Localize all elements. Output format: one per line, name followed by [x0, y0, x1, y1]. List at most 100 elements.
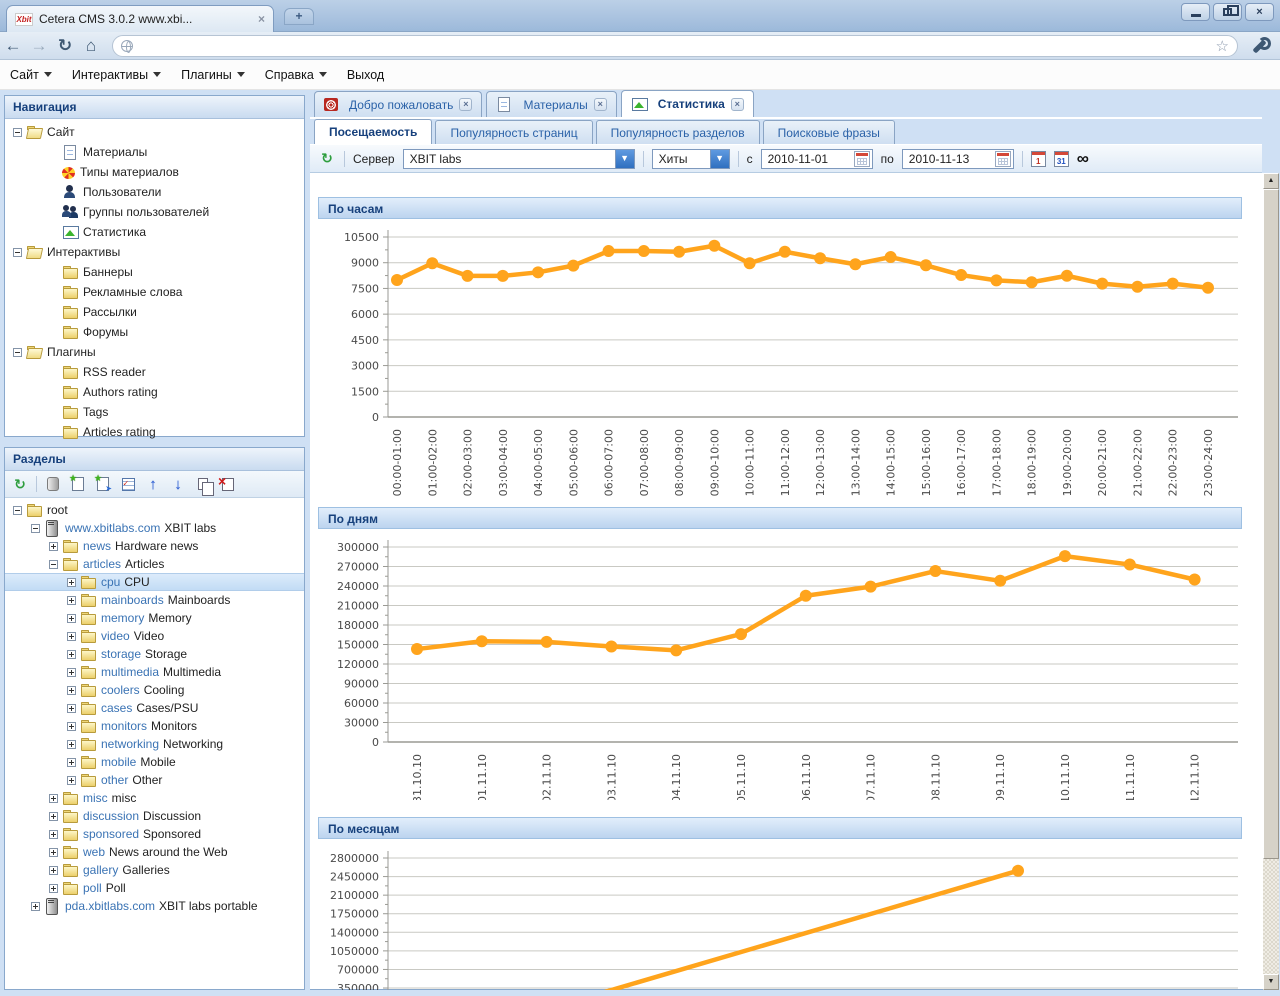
section-item-memory[interactable]: memoryMemory — [5, 609, 304, 627]
tree-item-Баннеры[interactable]: Баннеры — [5, 262, 304, 282]
scroll-down-icon[interactable]: ▼ — [1263, 974, 1279, 990]
section-item-sponsored[interactable]: sponsoredSponsored — [5, 825, 304, 843]
expand-plus-icon[interactable] — [67, 776, 76, 785]
section-item-multimedia[interactable]: multimediaMultimedia — [5, 663, 304, 681]
tree-item-RSS reader[interactable]: RSS reader — [5, 362, 304, 382]
scrollbar-thumb[interactable] — [1263, 189, 1279, 859]
tab-close-icon[interactable]: × — [731, 98, 744, 111]
expand-plus-icon[interactable] — [49, 812, 58, 821]
properties-button[interactable] — [119, 476, 137, 493]
calendar-month-icon[interactable]: 31 — [1054, 151, 1069, 167]
tab-Материалы[interactable]: Материалы× — [486, 91, 616, 117]
section-item-news[interactable]: newsHardware news — [5, 537, 304, 555]
tree-item-Articles rating[interactable]: Articles rating — [5, 422, 304, 442]
expand-plus-icon[interactable] — [67, 668, 76, 677]
bookmark-star-icon[interactable]: ☆ — [1216, 37, 1229, 55]
expand-plus-icon[interactable] — [67, 722, 76, 731]
chevron-down-icon[interactable]: ▼ — [710, 150, 729, 168]
collapse-minus-icon[interactable] — [13, 348, 22, 357]
subtab-Популярность страниц[interactable]: Популярность страниц — [435, 120, 592, 144]
settings-wrench-icon[interactable] — [1246, 36, 1272, 56]
section-item-networking[interactable]: networkingNetworking — [5, 735, 304, 753]
section-item-root[interactable]: root — [5, 501, 304, 519]
tree-item-Рассылки[interactable]: Рассылки — [5, 302, 304, 322]
browser-tab[interactable]: Xbit Cetera CMS 3.0.2 www.xbi... × — [6, 5, 274, 32]
menu-item-Сайт[interactable]: Сайт — [10, 68, 52, 82]
tree-item-Статистика[interactable]: Статистика — [5, 222, 304, 242]
tab-close-icon[interactable]: × — [459, 98, 472, 111]
expand-plus-icon[interactable] — [49, 848, 58, 857]
collapse-minus-icon[interactable] — [13, 128, 22, 137]
expand-plus-icon[interactable] — [49, 884, 58, 893]
calendar-picker-icon[interactable] — [854, 151, 870, 167]
expand-plus-icon[interactable] — [49, 866, 58, 875]
collapse-minus-icon[interactable] — [13, 248, 22, 257]
section-item-mobile[interactable]: mobileMobile — [5, 753, 304, 771]
add-link-button[interactable]: ★➤ — [94, 476, 112, 493]
scroll-up-icon[interactable]: ▲ — [1263, 173, 1279, 189]
menu-item-Справка[interactable]: Справка — [265, 68, 327, 82]
date-to-input[interactable]: 2010-11-13 — [902, 149, 1014, 169]
subtab-Посещаемость[interactable]: Посещаемость — [314, 119, 432, 144]
subtab-Популярность разделов[interactable]: Популярность разделов — [596, 120, 760, 144]
delete-button[interactable] — [219, 476, 237, 493]
vertical-scrollbar[interactable]: ▲ ▼ — [1263, 173, 1279, 990]
refresh-button[interactable]: ↻ — [11, 476, 29, 493]
subtab-Поисковые фразы[interactable]: Поисковые фразы — [763, 120, 895, 144]
section-item-cases[interactable]: casesCases/PSU — [5, 699, 304, 717]
tree-item-Форумы[interactable]: Форумы — [5, 322, 304, 342]
tab-close-icon[interactable]: × — [594, 98, 607, 111]
section-item-pda.xbitlabs.com[interactable]: pda.xbitlabs.comXBIT labs portable — [5, 897, 304, 915]
tab-close-icon[interactable]: × — [258, 12, 265, 26]
refresh-icon[interactable]: ↻ — [318, 150, 336, 167]
tree-item-Tags[interactable]: Tags — [5, 402, 304, 422]
menu-item-Выход[interactable]: Выход — [347, 68, 384, 82]
tree-item-Интерактивы[interactable]: Интерактивы — [5, 242, 304, 262]
infinity-icon[interactable]: ∞ — [1077, 151, 1089, 167]
collapse-minus-icon[interactable] — [31, 524, 40, 533]
expand-plus-icon[interactable] — [49, 542, 58, 551]
section-item-mainboards[interactable]: mainboardsMainboards — [5, 591, 304, 609]
date-from-input[interactable]: 2010-11-01 — [761, 149, 873, 169]
metric-select[interactable]: Хиты ▼ — [652, 149, 730, 169]
section-item-www.xbitlabs.com[interactable]: www.xbitlabs.comXBIT labs — [5, 519, 304, 537]
calendar-day-icon[interactable]: 1 — [1031, 151, 1046, 167]
minimize-button[interactable] — [1181, 3, 1210, 21]
tab-Статистика[interactable]: Статистика× — [621, 90, 754, 117]
move-down-button[interactable]: ↓ — [169, 476, 187, 493]
expand-plus-icon[interactable] — [67, 614, 76, 623]
home-button[interactable]: ⌂ — [78, 36, 104, 56]
reload-button[interactable]: ↻ — [52, 36, 78, 56]
tree-item-Рекламные слова[interactable]: Рекламные слова — [5, 282, 304, 302]
tree-item-Материалы[interactable]: Материалы — [5, 142, 304, 162]
section-item-articles[interactable]: articlesArticles — [5, 555, 304, 573]
address-bar[interactable]: ☆ — [112, 35, 1238, 57]
section-item-discussion[interactable]: discussionDiscussion — [5, 807, 304, 825]
tree-item-Плагины[interactable]: Плагины — [5, 342, 304, 362]
expand-plus-icon[interactable] — [31, 902, 40, 911]
section-item-misc[interactable]: miscmisc — [5, 789, 304, 807]
copy-button[interactable] — [194, 476, 212, 493]
move-up-button[interactable]: ↑ — [144, 476, 162, 493]
expand-plus-icon[interactable] — [67, 596, 76, 605]
expand-plus-icon[interactable] — [49, 794, 58, 803]
chevron-down-icon[interactable]: ▼ — [615, 150, 634, 168]
expand-plus-icon[interactable] — [67, 686, 76, 695]
menu-item-Плагины[interactable]: Плагины — [181, 68, 245, 82]
section-item-video[interactable]: videoVideo — [5, 627, 304, 645]
forward-button[interactable]: → — [26, 36, 52, 56]
expand-plus-icon[interactable] — [67, 704, 76, 713]
collapse-minus-icon[interactable] — [49, 560, 58, 569]
expand-plus-icon[interactable] — [49, 830, 58, 839]
expand-plus-icon[interactable] — [67, 740, 76, 749]
expand-plus-icon[interactable] — [67, 758, 76, 767]
add-section-button[interactable]: ★ — [69, 476, 87, 493]
restore-button[interactable] — [1213, 3, 1242, 21]
new-tab-button[interactable]: + — [284, 8, 314, 25]
server-select[interactable]: XBIT labs ▼ — [403, 149, 635, 169]
expand-plus-icon[interactable] — [67, 578, 76, 587]
tree-item-Authors rating[interactable]: Authors rating — [5, 382, 304, 402]
section-item-storage[interactable]: storageStorage — [5, 645, 304, 663]
section-item-coolers[interactable]: coolersCooling — [5, 681, 304, 699]
section-item-other[interactable]: otherOther — [5, 771, 304, 789]
